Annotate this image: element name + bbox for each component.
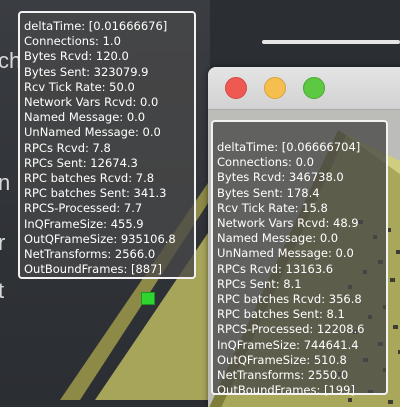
- stat-outq-frame-size: OutQFrameSize: 935106.8: [24, 231, 176, 246]
- stat-unnamed-message: UnNamed Message: 0.0: [24, 125, 161, 140]
- stat-outbound-frames: OutBoundFrames: [199]: [217, 383, 355, 398]
- network-stats-panel-client: deltaTime: [0.06666704] Connections: 0.0…: [211, 120, 388, 398]
- maximize-window-button[interactable]: [303, 77, 325, 99]
- stat-unnamed-message: UnNamed Message: 0.0: [217, 246, 354, 261]
- stat-rpc-batches-rcvd: RPC batches Rcvd: 7.8: [24, 171, 155, 186]
- stat-delta-time: deltaTime: [0.01666676]: [24, 19, 168, 33]
- stat-rpcs-sent: RPCs Sent: 12674.3: [24, 155, 138, 170]
- network-stats-panel-main: deltaTime: [0.01666676] Connections: 1.0…: [18, 11, 196, 279]
- stat-rpc-batches-sent: RPC batches Sent: 341.3: [24, 186, 167, 201]
- stat-connections: Connections: 0.0: [217, 155, 314, 170]
- stat-rpcs-sent: RPCs Sent: 8.1: [217, 276, 302, 291]
- stat-outbound-frames: OutBoundFrames: [887]: [24, 262, 162, 277]
- host-toolbar-area: [210, 0, 400, 70]
- stat-rpcs-rcvd: RPCs Rcvd: 7.8: [24, 140, 111, 155]
- stat-bytes-rcvd: Bytes Rcvd: 120.0: [24, 49, 129, 64]
- stat-named-message: Named Message: 0.0: [24, 110, 146, 125]
- stat-named-message: Named Message: 0.0: [217, 231, 339, 246]
- stat-rcv-tick-rate: Rcv Tick Rate: 15.8: [217, 200, 328, 215]
- stat-net-transforms: NetTransforms: 2566.0: [24, 247, 156, 262]
- stat-outq-frame-size: OutQFrameSize: 510.8: [217, 352, 347, 367]
- minimize-window-button[interactable]: [264, 77, 286, 99]
- stat-network-vars-rcvd: Network Vars Rcvd: 48.9: [217, 216, 359, 231]
- stat-rcv-tick-rate: Rcv Tick Rate: 50.0: [24, 79, 135, 94]
- window-titlebar[interactable]: [208, 67, 400, 110]
- stat-rpcs-processed: RPCS-Processed: 12208.6: [217, 322, 365, 337]
- stat-rpc-batches-sent: RPC batches Sent: 8.1: [217, 307, 345, 322]
- stat-bytes-sent: Bytes Sent: 178.4: [217, 185, 320, 200]
- stat-bytes-sent: Bytes Sent: 323079.9: [24, 64, 149, 79]
- player-cube: [141, 292, 155, 305]
- stat-rpcs-processed: RPCS-Processed: 7.7: [24, 201, 143, 216]
- stat-connections: Connections: 1.0: [24, 34, 121, 49]
- stat-delta-time: deltaTime: [0.06666704]: [217, 140, 361, 154]
- stat-net-transforms: NetTransforms: 2550.0: [217, 368, 349, 383]
- close-window-button[interactable]: [225, 77, 247, 99]
- stat-rpcs-rcvd: RPCs Rcvd: 13163.6: [217, 261, 334, 276]
- stat-bytes-rcvd: Bytes Rcvd: 346738.0: [217, 170, 344, 185]
- stat-inq-frame-size: InQFrameSize: 455.9: [24, 216, 144, 231]
- stat-inq-frame-size: InQFrameSize: 744641.4: [217, 337, 359, 352]
- stat-rpc-batches-rcvd: RPC batches Rcvd: 356.8: [217, 292, 362, 307]
- toolbar-slider[interactable]: [262, 40, 400, 44]
- stat-network-vars-rcvd: Network Vars Rcvd: 0.0: [24, 95, 159, 110]
